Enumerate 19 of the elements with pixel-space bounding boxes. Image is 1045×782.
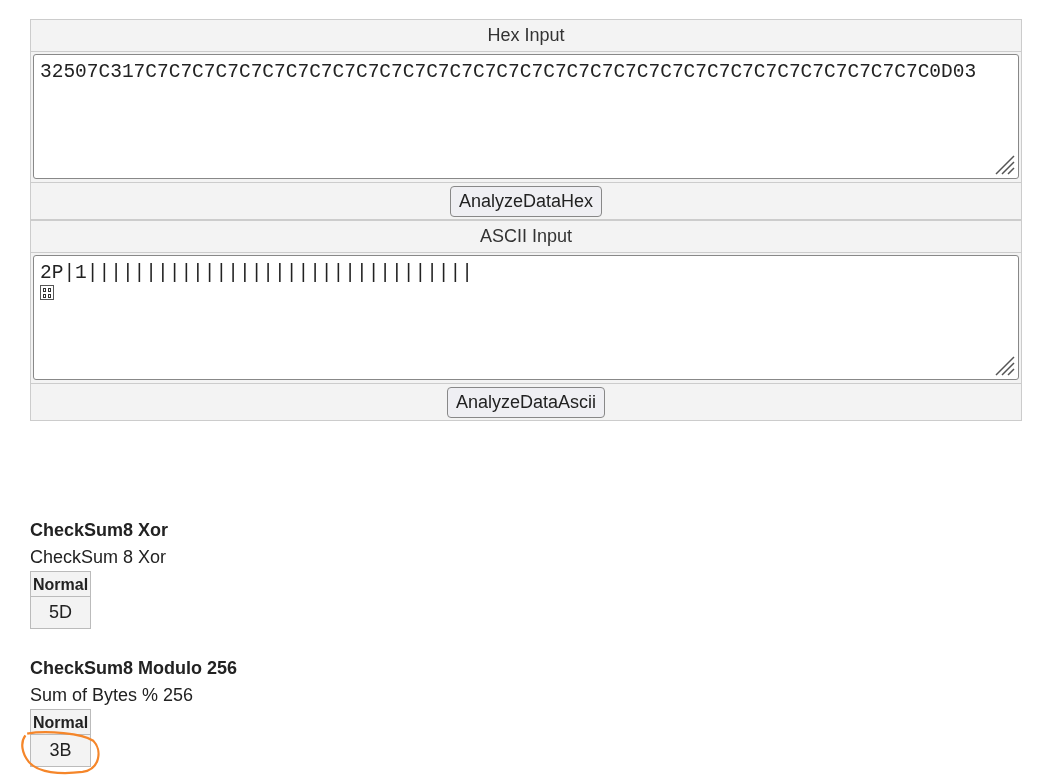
- table-header: Normal: [31, 710, 91, 735]
- result-description: Sum of Bytes % 256: [30, 684, 194, 707]
- analyze-button[interactable]: AnalyzeDataAscii: [446, 386, 606, 418]
- result-description: CheckSum 8 Xor: [30, 546, 167, 569]
- text-area[interactable]: 32507C317C7C7C7C7C7C7C7C7C7C7C7C7C7C7C7C7C7C7C7C7C7C7C7C7C7C7C7C7C7C7C7C7C7C0D03: [33, 54, 1019, 179]
- table-cell-text: 5D: [48, 601, 74, 624]
- table-cell-text: 3B: [48, 739, 73, 762]
- resize-grip-icon[interactable]: [993, 354, 1015, 376]
- section-title: ASCII Input: [479, 225, 573, 248]
- resize-grip-icon[interactable]: [993, 153, 1015, 175]
- input-text: 32507C317C7C7C7C7C7C7C7C7C7C7C7C7C7C7C7C7C7C7C7C7C7C7C7C7C7C7C7C7C7C7C7C7C7C0D03: [40, 61, 977, 83]
- section-title: Hex Input: [487, 24, 565, 47]
- text-area[interactable]: 2P|1|||||||||||||||||||||||||||||||||: [33, 255, 1019, 380]
- control-char-icon: [40, 285, 54, 300]
- table-header: Normal: [31, 572, 91, 597]
- result-title: CheckSum8 Modulo 256: [30, 657, 238, 680]
- input-text: 2P|1|||||||||||||||||||||||||||||||||: [40, 262, 473, 284]
- analyze-button[interactable]: AnalyzeDataHex: [449, 185, 603, 217]
- result-title: CheckSum8 Xor: [30, 519, 169, 542]
